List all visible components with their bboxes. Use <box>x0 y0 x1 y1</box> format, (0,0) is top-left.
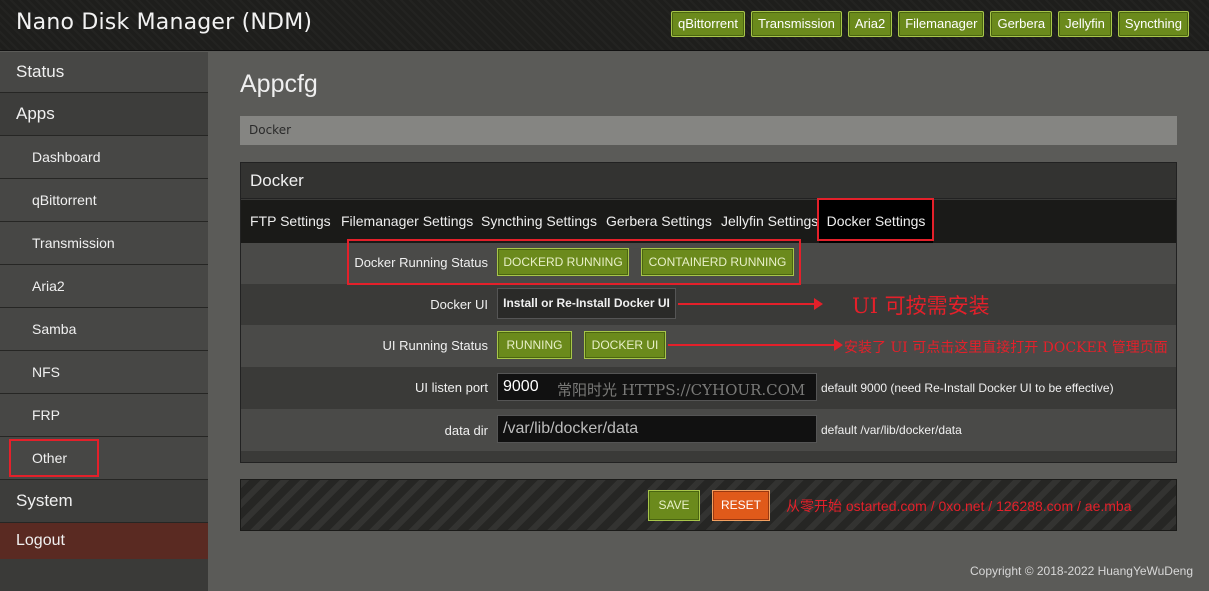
row-data-dir: data dir /var/lib/docker/data default /v… <box>241 409 1176 451</box>
sidebar-item-dashboard[interactable]: Dashboard <box>0 136 208 179</box>
quick-link-gerbera[interactable]: Gerbera <box>990 11 1053 37</box>
ui-running-badge: RUNNING <box>497 331 572 359</box>
reset-button[interactable]: RESET <box>712 490 770 521</box>
label-ui-running-status: UI Running Status <box>382 338 488 353</box>
sidebar-item-status[interactable]: Status <box>0 52 208 93</box>
quick-link-filemanager[interactable]: Filemanager <box>898 11 985 37</box>
breadcrumb: Docker <box>240 116 1177 145</box>
ui-listen-port-value: 9000 <box>503 378 539 395</box>
open-docker-ui-button[interactable]: DOCKER UI <box>584 331 666 359</box>
sidebar-item-qbittorrent[interactable]: qBittorrent <box>0 179 208 222</box>
row-docker-ui: Docker UI Install or Re-Install Docker U… <box>241 284 1176 325</box>
annotation-open-ui: 安装了 UI 可点击这里直接打开 DOCKER 管理页面 <box>844 340 1168 356</box>
sidebar-item-transmission[interactable]: Transmission <box>0 222 208 265</box>
tab-ftp-settings[interactable]: FTP Settings <box>250 200 331 243</box>
label-data-dir: data dir <box>444 423 488 438</box>
install-docker-ui-button[interactable]: Install or Re-Install Docker UI <box>497 288 676 319</box>
actions-bar: SAVE RESET 从零开始 ostarted.com / 0xo.net /… <box>240 479 1177 531</box>
actions-note-text: 从零开始 ostarted.com / 0xo.net / 126288.com… <box>786 498 1132 514</box>
docker-settings-panel: Docker FTP Settings Filemanager Settings… <box>240 162 1177 463</box>
annotation-arrow-install <box>678 298 823 310</box>
page-title: Appcfg <box>240 70 318 98</box>
dockerd-status-badge: DOCKERD RUNNING <box>497 248 629 276</box>
watermark-text: 常阳时光 HTTPS://CYHOUR.COM <box>557 381 806 399</box>
tab-docker-settings[interactable]: Docker Settings <box>819 200 933 243</box>
sidebar-item-apps[interactable]: Apps <box>0 93 208 136</box>
sidebar-item-system[interactable]: System <box>0 480 208 523</box>
hint-listen-port: default 9000 (need Re-Install Docker UI … <box>821 381 1114 395</box>
copyright-text: Copyright © 2018-2022 HuangYeWuDeng <box>970 564 1193 578</box>
sidebar-item-nfs[interactable]: NFS <box>0 351 208 394</box>
top-header: Nano Disk Manager (NDM) qBittorrent Tran… <box>0 0 1209 51</box>
hint-data-dir: default /var/lib/docker/data <box>821 423 962 437</box>
tab-gerbera-settings[interactable]: Gerbera Settings <box>606 200 712 243</box>
label-docker-running-status: Docker Running Status <box>354 255 488 270</box>
sidebar: Status Apps Dashboard qBittorrent Transm… <box>0 52 208 591</box>
quick-link-transmission[interactable]: Transmission <box>751 11 842 37</box>
panel-title: Docker <box>241 163 1176 199</box>
sidebar-item-frp[interactable]: FRP <box>0 394 208 437</box>
save-button[interactable]: SAVE <box>648 490 700 521</box>
sidebar-item-samba[interactable]: Samba <box>0 308 208 351</box>
tab-filemanager-settings[interactable]: Filemanager Settings <box>341 200 473 243</box>
sidebar-item-aria2[interactable]: Aria2 <box>0 265 208 308</box>
app-title: Nano Disk Manager (NDM) <box>16 10 313 35</box>
app-quick-links: qBittorrent Transmission Aria2 Filemanag… <box>671 11 1189 37</box>
sidebar-item-logout[interactable]: Logout <box>0 523 208 559</box>
quick-link-aria2[interactable]: Aria2 <box>847 11 893 37</box>
tab-jellyfin-settings[interactable]: Jellyfin Settings <box>721 200 818 243</box>
sidebar-item-other[interactable]: Other <box>0 437 208 480</box>
quick-link-syncthing[interactable]: Syncthing <box>1117 11 1189 37</box>
quick-link-qbittorrent[interactable]: qBittorrent <box>671 11 745 37</box>
annotation-install-ui: UI 可按需安装 <box>852 294 990 318</box>
row-docker-running-status: Docker Running Status DOCKERD RUNNING CO… <box>241 243 1176 284</box>
data-dir-value: /var/lib/docker/data <box>503 420 639 437</box>
containerd-status-badge: CONTAINERD RUNNING <box>641 248 794 276</box>
row-ui-listen-port: UI listen port 9000 常阳时光 HTTPS://CYHOUR.… <box>241 367 1176 409</box>
annotation-arrow-open <box>668 339 843 351</box>
quick-link-jellyfin[interactable]: Jellyfin <box>1058 11 1112 37</box>
label-ui-listen-port: UI listen port <box>415 380 488 395</box>
settings-tabs: FTP Settings Filemanager Settings Syncth… <box>241 200 1176 243</box>
row-ui-running-status: UI Running Status RUNNING DOCKER UI 安装了 … <box>241 325 1176 367</box>
data-dir-input[interactable]: /var/lib/docker/data <box>497 415 817 443</box>
label-docker-ui: Docker UI <box>430 297 488 312</box>
tab-syncthing-settings[interactable]: Syncthing Settings <box>481 200 597 243</box>
